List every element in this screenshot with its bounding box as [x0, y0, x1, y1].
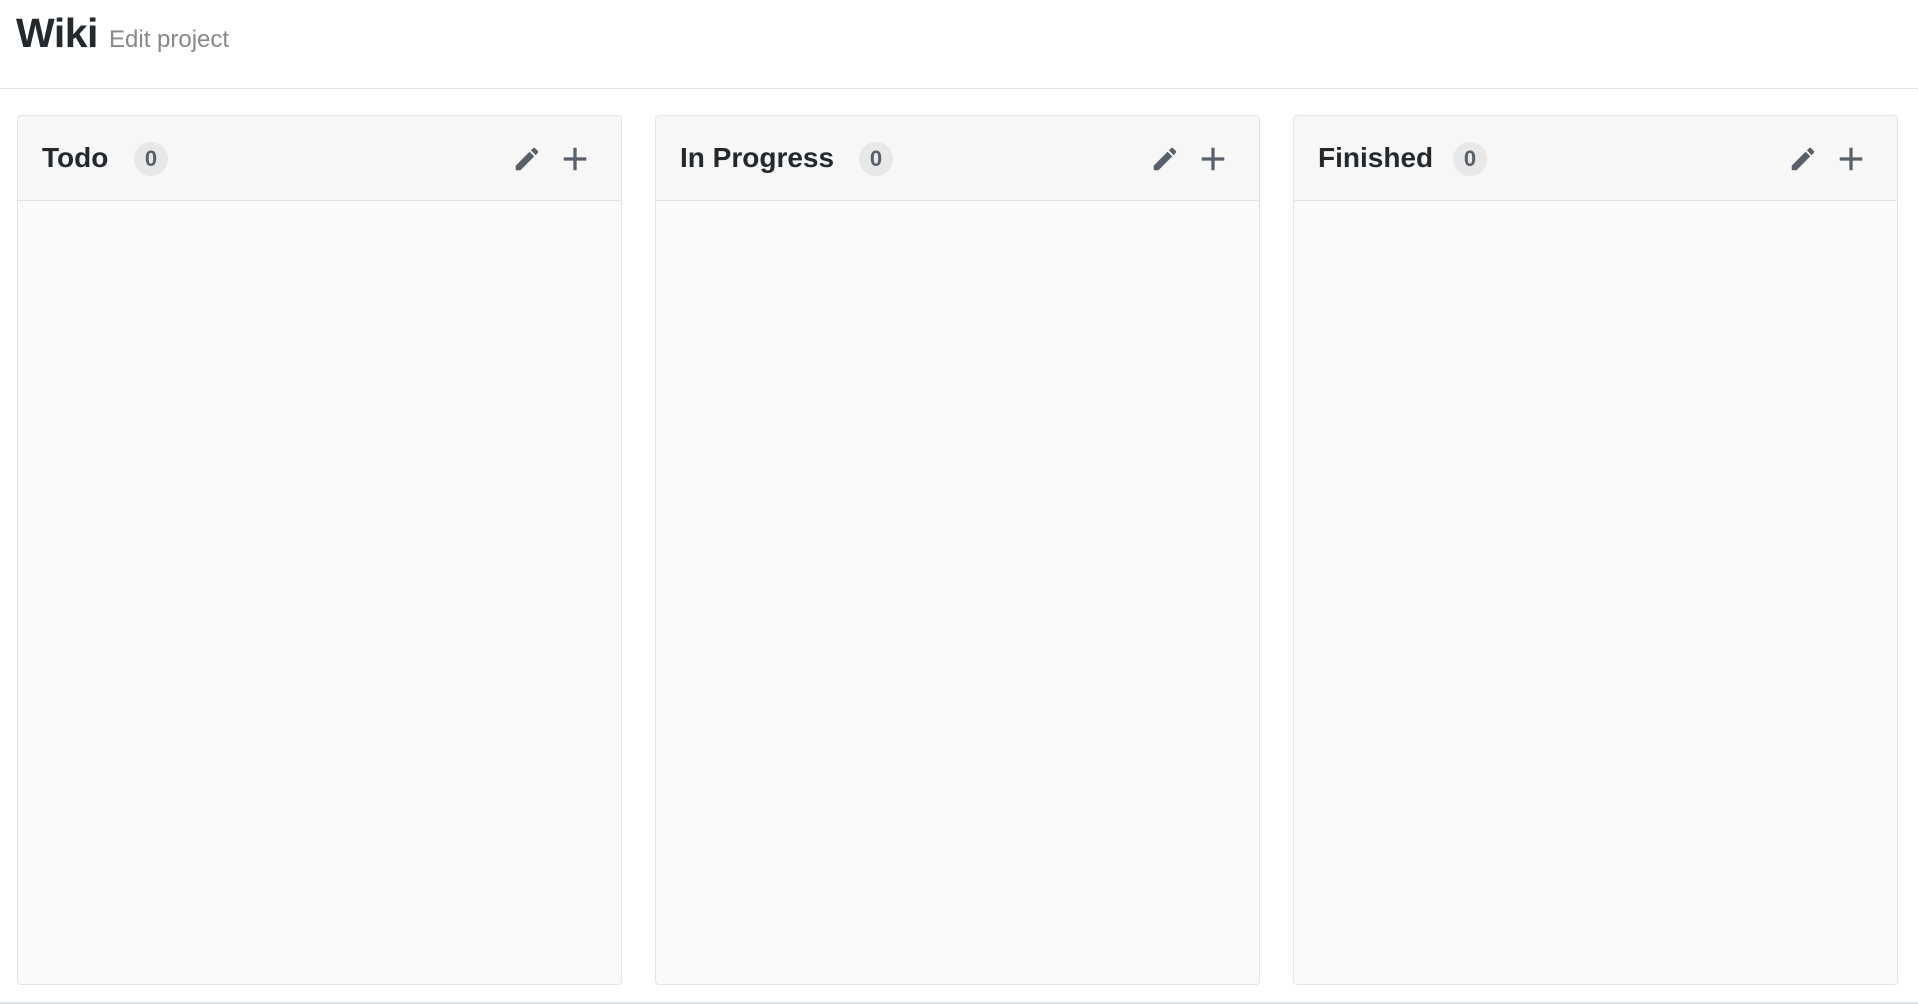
card-count-badge: 0 — [1453, 142, 1487, 176]
edit-column-button[interactable] — [1146, 140, 1184, 178]
project-board: Todo 0 In Progress 0 Finished 0 — [0, 89, 1918, 1003]
column-in-progress: In Progress 0 — [655, 115, 1260, 985]
edit-column-button[interactable] — [1784, 140, 1822, 178]
plus-icon — [1201, 147, 1225, 171]
pencil-icon — [1153, 147, 1177, 171]
pencil-icon — [1791, 147, 1815, 171]
pencil-icon — [515, 147, 539, 171]
card-count-badge: 0 — [134, 142, 168, 176]
add-card-button[interactable] — [1194, 140, 1232, 178]
column-title: Todo — [42, 142, 109, 173]
column-header: Todo 0 — [18, 116, 621, 201]
column-title: In Progress — [680, 142, 835, 173]
add-card-button[interactable] — [1832, 140, 1870, 178]
column-header: Finished 0 — [1294, 116, 1897, 201]
project-header: Wiki Edit project — [0, 0, 1918, 89]
column-todo: Todo 0 — [17, 115, 622, 985]
card-count-badge: 0 — [859, 142, 893, 176]
plus-icon — [1839, 147, 1863, 171]
project-title: Wiki — [16, 10, 98, 56]
column-header: In Progress 0 — [656, 116, 1259, 201]
edit-project-link[interactable]: Edit project — [109, 26, 229, 54]
edit-column-button[interactable] — [508, 140, 546, 178]
add-card-button[interactable] — [556, 140, 594, 178]
column-title: Finished — [1318, 142, 1434, 173]
plus-icon — [563, 147, 587, 171]
column-finished: Finished 0 — [1293, 115, 1898, 985]
